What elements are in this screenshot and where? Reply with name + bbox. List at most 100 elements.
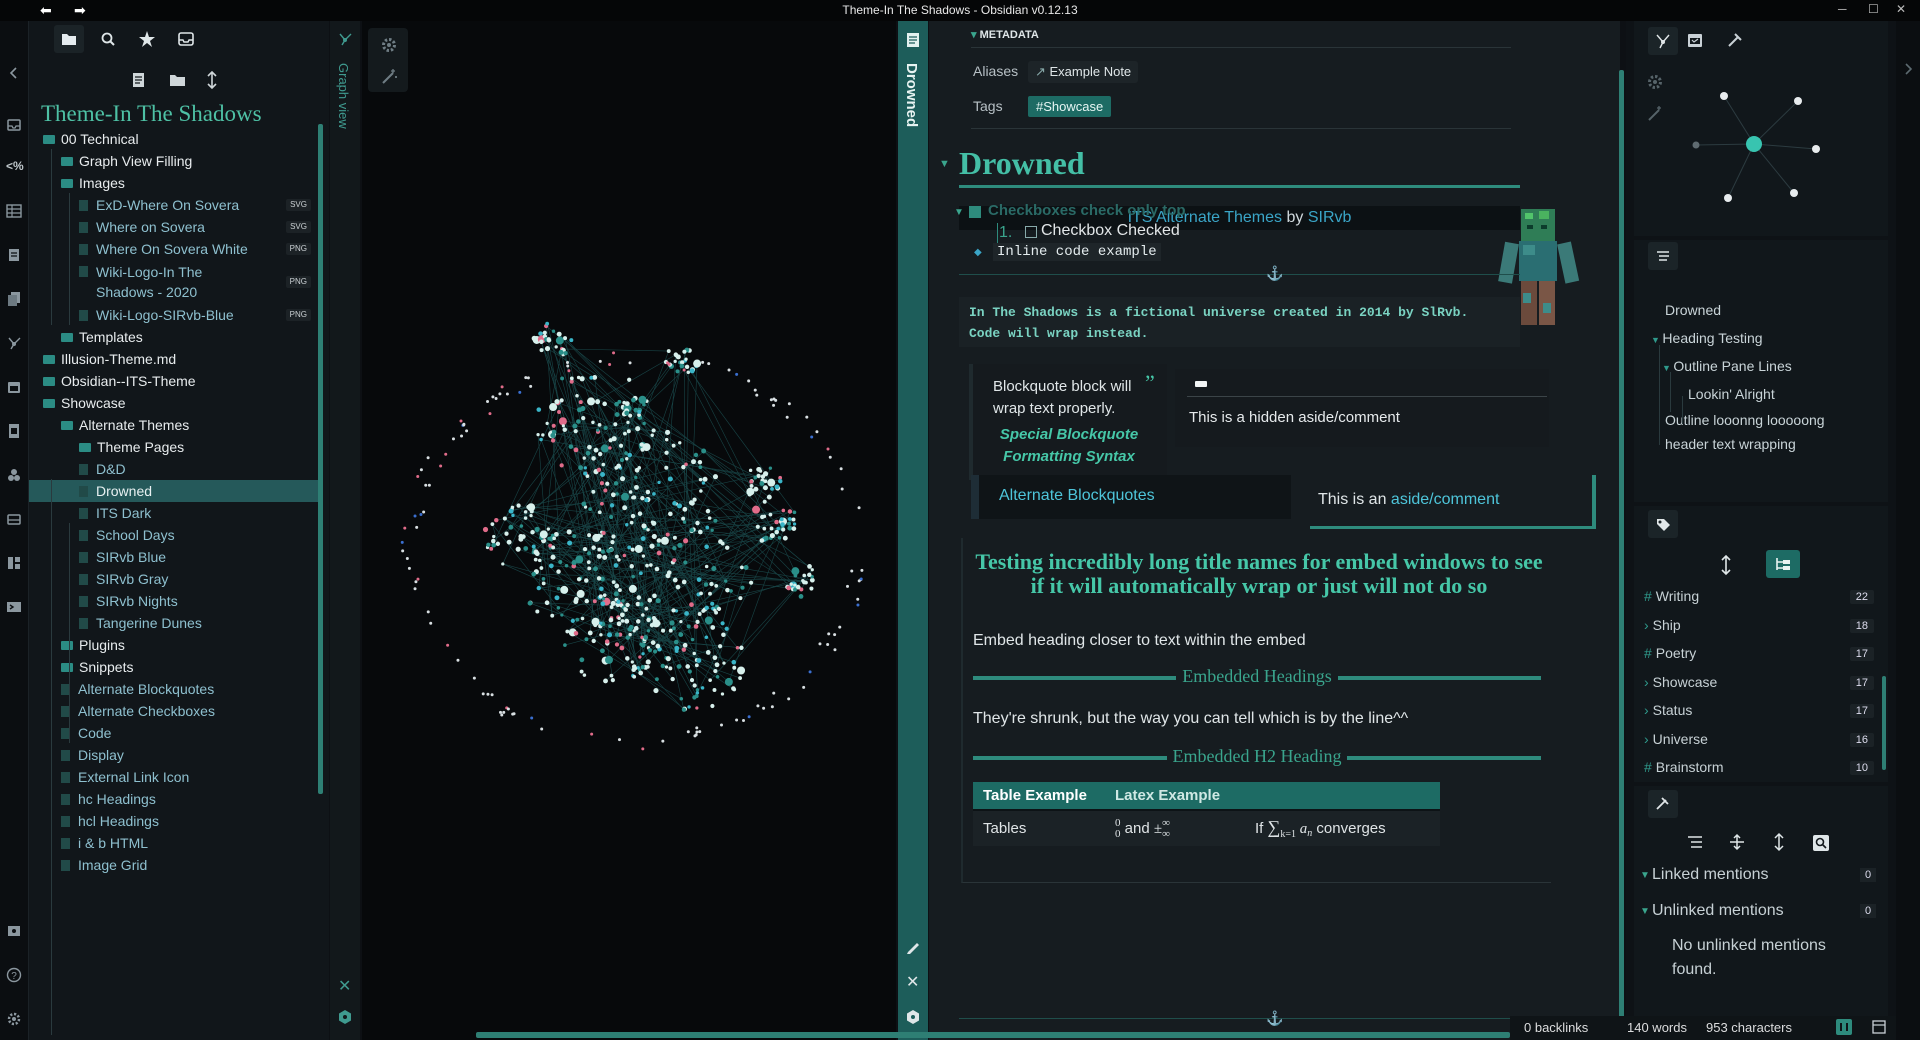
tree-file[interactable]: Code bbox=[29, 722, 321, 744]
banner-link-author[interactable]: SIRvb bbox=[1308, 209, 1352, 226]
copy-icon[interactable] bbox=[6, 291, 22, 307]
maximize-button[interactable]: ☐ bbox=[1868, 2, 1879, 16]
horizontal-scrollbar[interactable] bbox=[476, 1032, 1510, 1038]
search-icon[interactable] bbox=[1812, 834, 1830, 852]
outline-item[interactable]: Outline looonng looooong header text wrap… bbox=[1665, 408, 1825, 456]
outline-item[interactable]: Drowned bbox=[1665, 302, 1721, 318]
tree-folder[interactable]: Obsidian--ITS-Theme bbox=[29, 370, 321, 392]
graph-network[interactable] bbox=[362, 21, 896, 1040]
tree-file[interactable]: External Link Icon bbox=[29, 766, 321, 788]
tree-folder[interactable]: Showcase bbox=[29, 392, 321, 414]
search-icon[interactable] bbox=[93, 25, 123, 53]
hex-icon[interactable] bbox=[338, 1009, 352, 1025]
wand-icon[interactable] bbox=[380, 68, 398, 86]
collapse-left-icon[interactable] bbox=[6, 65, 22, 81]
unlinked-mentions-header[interactable]: Unlinked mentions bbox=[1652, 902, 1784, 920]
tree-folder[interactable]: Alternate Themes bbox=[29, 414, 321, 436]
tree-file[interactable]: Where On Sovera White PNG bbox=[29, 238, 321, 260]
tree-file[interactable]: Wiki-Logo-In The Shadows - 2020 PNG bbox=[29, 260, 321, 304]
collapse-unlinked-icon[interactable]: ▼ bbox=[1640, 906, 1650, 917]
tree-file[interactable]: SIRvb Nights bbox=[29, 590, 321, 612]
tree-file[interactable]: ITS Dark bbox=[29, 502, 321, 524]
tag-row[interactable]: # Poetry 17 bbox=[1644, 645, 1874, 667]
calendar-icon[interactable] bbox=[6, 379, 22, 395]
settings-icon[interactable] bbox=[6, 1011, 22, 1027]
tree-file[interactable]: hcl Headings bbox=[29, 810, 321, 832]
editor-pane[interactable]: ▾ METADATA Aliases ↗ Example Note Tags #… bbox=[929, 21, 1620, 1040]
drive-icon[interactable] bbox=[6, 511, 22, 527]
close-icon[interactable]: ✕ bbox=[338, 976, 351, 996]
tree-file[interactable]: Image Grid bbox=[29, 854, 321, 876]
layout-icon[interactable] bbox=[1872, 1020, 1886, 1034]
tree-file[interactable]: Alternate Blockquotes bbox=[29, 678, 321, 700]
collapse-heading-icon[interactable]: ▼ bbox=[939, 158, 950, 170]
editor-tab-header[interactable]: Drowned bbox=[898, 21, 928, 1040]
checkbox-checked[interactable] bbox=[969, 206, 981, 218]
linked-mentions-header[interactable]: Linked mentions bbox=[1652, 866, 1769, 884]
collapse-icon[interactable]: ▼ bbox=[1662, 363, 1673, 373]
tag-chip[interactable]: #Showcase bbox=[1028, 96, 1112, 117]
tag-icon[interactable] bbox=[1648, 510, 1678, 538]
editor-scrollbar[interactable] bbox=[1619, 70, 1624, 1020]
tree-file[interactable]: School Days bbox=[29, 524, 321, 546]
tag-row[interactable]: # Brainstorm 10 bbox=[1644, 759, 1874, 781]
tree-file[interactable]: Drowned bbox=[29, 480, 321, 502]
tree-file[interactable]: SIRvb Blue bbox=[29, 546, 321, 568]
metadata-header[interactable]: ▾ METADATA bbox=[971, 28, 1039, 41]
folder-icon[interactable] bbox=[54, 25, 84, 53]
outline-item[interactable]: Lookin' Alright bbox=[1688, 386, 1775, 402]
tree-file[interactable]: hc Headings bbox=[29, 788, 321, 810]
tree-folder[interactable]: Theme Pages bbox=[29, 436, 321, 458]
backlinks-count[interactable]: 0 backlinks bbox=[1524, 1020, 1588, 1035]
checkbox-unchecked[interactable] bbox=[1025, 226, 1037, 238]
vault-icon[interactable] bbox=[6, 923, 22, 939]
tag-row[interactable]: # Writing 22 bbox=[1644, 588, 1874, 610]
graph-icon[interactable] bbox=[6, 335, 22, 351]
sort-icon[interactable] bbox=[1772, 832, 1786, 852]
tree-folder[interactable]: Snippets bbox=[29, 656, 321, 678]
tree-folder[interactable]: Illusion-Theme.md bbox=[29, 348, 321, 370]
alias-chip[interactable]: ↗ Example Note bbox=[1028, 61, 1139, 83]
collapse-icon[interactable]: ▼ bbox=[1651, 335, 1662, 345]
close-window-button[interactable]: ✕ bbox=[1896, 2, 1906, 16]
settings-icon[interactable] bbox=[380, 36, 398, 54]
layout-icon[interactable] bbox=[6, 555, 22, 571]
tree-folder[interactable]: Plugins bbox=[29, 634, 321, 656]
tag-row[interactable]: › Ship 18 bbox=[1644, 617, 1874, 639]
tree-file[interactable]: ExD-Where On Sovera SVG bbox=[29, 194, 321, 216]
files-icon[interactable] bbox=[6, 423, 22, 439]
tree-file[interactable]: D&D bbox=[29, 458, 321, 480]
star-icon[interactable] bbox=[132, 25, 162, 53]
tag-row[interactable]: › Status 17 bbox=[1644, 702, 1874, 724]
table-icon[interactable] bbox=[6, 203, 22, 219]
tree-file[interactable]: Wiki-Logo-SIRvb-Blue PNG bbox=[29, 304, 321, 326]
local-graph[interactable] bbox=[1634, 21, 1888, 236]
collapse-right-icon[interactable] bbox=[1900, 61, 1916, 77]
help-icon[interactable]: ? bbox=[6, 967, 22, 983]
collapse-list-icon[interactable]: ▼ bbox=[954, 207, 964, 218]
tree-file[interactable]: i & b HTML bbox=[29, 832, 321, 854]
outline-item[interactable]: ▼ Outline Pane Lines bbox=[1662, 358, 1792, 374]
tree-view-toggle[interactable] bbox=[1766, 550, 1800, 578]
tag-row[interactable]: › Showcase 17 bbox=[1644, 674, 1874, 696]
tree-folder[interactable]: 00 Technical bbox=[29, 128, 321, 150]
inbox-icon[interactable] bbox=[6, 117, 22, 133]
tree-file[interactable]: Where on Sovera SVG bbox=[29, 216, 321, 238]
percent-code-icon[interactable]: <% bbox=[6, 159, 24, 175]
tags-scrollbar[interactable] bbox=[1882, 676, 1886, 770]
tree-folder[interactable]: Templates bbox=[29, 326, 321, 348]
tree-folder[interactable]: Images bbox=[29, 172, 321, 194]
sort-icon[interactable] bbox=[197, 66, 227, 94]
new-note-icon[interactable] bbox=[124, 66, 154, 94]
tree-file[interactable]: Tangerine Dunes bbox=[29, 612, 321, 634]
backlinks-icon[interactable] bbox=[1648, 790, 1678, 818]
tag-row[interactable]: › Universe 16 bbox=[1644, 731, 1874, 753]
tree-folder[interactable]: Graph View Filling bbox=[29, 150, 321, 172]
sort-icon[interactable] bbox=[1718, 554, 1734, 576]
aside-link[interactable]: aside/comment bbox=[1391, 491, 1500, 508]
tree-file[interactable]: Display bbox=[29, 744, 321, 766]
tree-file[interactable]: SIRvb Gray bbox=[29, 568, 321, 590]
note-icon[interactable] bbox=[6, 247, 22, 263]
graph-view-header[interactable]: Graph view ✕ bbox=[330, 21, 360, 1040]
tree-file[interactable]: Alternate Checkboxes bbox=[29, 700, 321, 722]
